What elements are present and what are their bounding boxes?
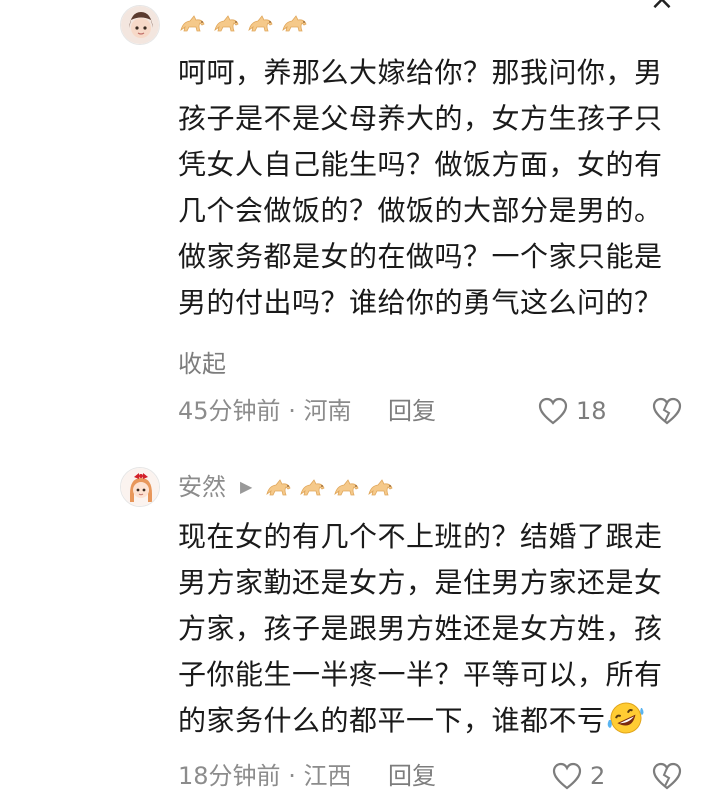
heart-icon xyxy=(552,762,582,790)
heart-icon xyxy=(538,397,568,425)
like-button[interactable]: 18 xyxy=(538,395,607,427)
comment-line: 孩子是不是父母养大的，女方生孩子只 xyxy=(178,102,663,135)
broken-heart-icon xyxy=(652,397,682,425)
comment-line: 呵呵，养那么大嫁给你？那我问你，男 xyxy=(178,56,663,89)
location: 河南 xyxy=(303,397,352,425)
comment-meta: 18分钟前 · 江西 xyxy=(178,760,351,792)
collapse-button[interactable]: 收起 xyxy=(178,348,226,380)
medal-badges xyxy=(264,472,396,504)
avatar[interactable] xyxy=(120,5,160,45)
comment-line: 男的付出吗？谁给你的勇气这么问的？ xyxy=(178,286,663,319)
reply-button[interactable]: 回复 xyxy=(388,395,436,427)
medal-badges xyxy=(178,8,310,40)
medal-badge-icon xyxy=(334,479,359,496)
dislike-button[interactable] xyxy=(652,397,682,429)
comment-meta: 45分钟前 · 河南 xyxy=(178,395,351,427)
comment-line: 现在女的有几个不上班的？结婚了跟走 xyxy=(178,520,663,553)
arrow-icon: ▶ xyxy=(240,477,253,496)
timestamp: 45分钟前 xyxy=(178,397,281,425)
comment-line: 的家务什么的都平一下，谁都不亏 xyxy=(178,698,698,744)
broken-heart-icon xyxy=(652,762,682,790)
comment-line: 子你能生一半疼一半？平等可以，所有 xyxy=(178,658,663,691)
username[interactable]: 安然 xyxy=(178,471,226,503)
medal-badge-icon xyxy=(300,479,325,496)
separator: · xyxy=(288,397,296,425)
separator: · xyxy=(288,762,296,790)
location: 江西 xyxy=(303,762,352,790)
like-count: 18 xyxy=(576,397,607,425)
medal-badge-icon xyxy=(266,479,291,496)
medal-badge-icon xyxy=(368,479,393,496)
comment-line: 做家务都是女的在做吗？一个家只能是 xyxy=(178,240,663,273)
like-button[interactable]: 2 xyxy=(552,760,605,792)
like-count: 2 xyxy=(590,762,606,790)
comment-body: 呵呵，养那么大嫁给你？那我问你，男 孩子是不是父母养大的，女方生孩子只 凭女人自… xyxy=(178,50,698,326)
avatar[interactable] xyxy=(120,467,160,507)
medal-badge-icon xyxy=(248,15,273,32)
timestamp: 18分钟前 xyxy=(178,762,281,790)
comment-line: 男方家勤还是女方，是住男方家还是女 xyxy=(178,566,663,599)
comment-line: 几个会做饭的？做饭的大部分是男的。 xyxy=(178,194,663,227)
comment-line: 凭女人自己能生吗？做饭方面，女的有 xyxy=(178,148,663,181)
close-icon[interactable]: × xyxy=(648,0,676,15)
dislike-button[interactable] xyxy=(652,762,682,794)
comment-line: 方家，孩子是跟男方姓还是女方姓，孩 xyxy=(178,612,663,645)
medal-badge-icon xyxy=(214,15,239,32)
medal-badge-icon xyxy=(282,15,307,32)
comment-body: 现在女的有几个不上班的？结婚了跟走 男方家勤还是女方，是住男方家还是女 方家，孩… xyxy=(178,514,698,744)
medal-badge-icon xyxy=(180,15,205,32)
reply-button[interactable]: 回复 xyxy=(388,760,436,792)
rofl-emoji-icon xyxy=(607,702,644,734)
comment-line-text: 的家务什么的都平一下，谁都不亏 xyxy=(178,704,606,737)
